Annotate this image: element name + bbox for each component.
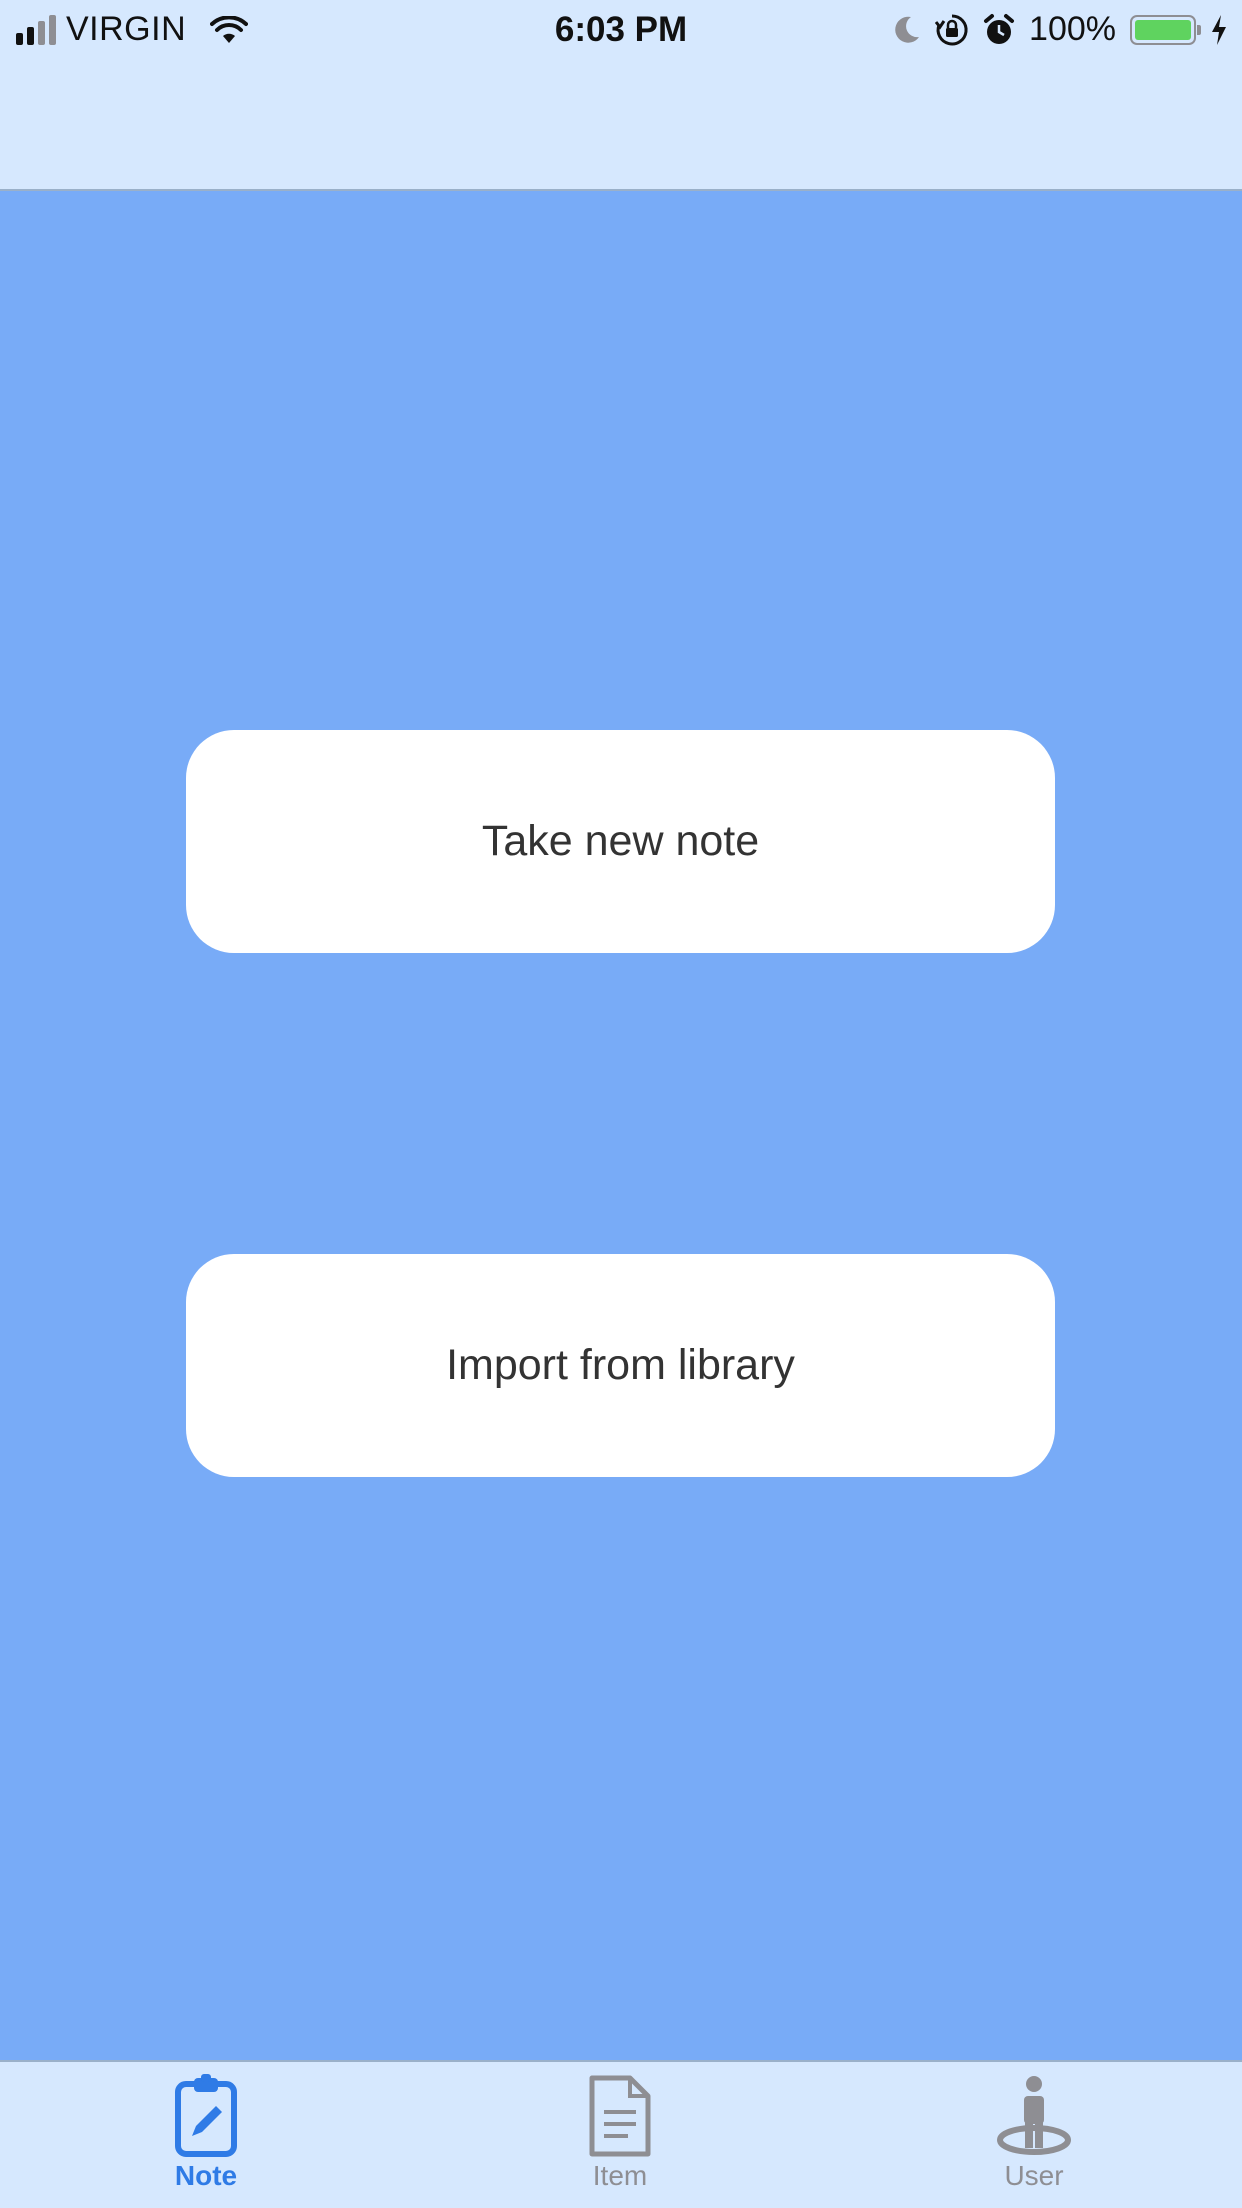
orientation-lock-icon — [935, 13, 968, 45]
clipboard-pencil-icon — [175, 2074, 237, 2157]
user-location-icon — [997, 2076, 1071, 2155]
import-from-library-label: Import from library — [446, 1341, 795, 1389]
battery-icon — [1130, 14, 1201, 45]
tab-user-label: User — [1004, 2160, 1064, 2191]
status-right: 100% — [893, 10, 1228, 49]
battery-percent: 100% — [1029, 10, 1116, 48]
status-bar: VIRGIN 6:03 PM 100% — [0, 0, 1242, 62]
moon-icon — [895, 16, 920, 43]
tab-user[interactable]: User — [934, 2062, 1134, 2208]
tab-bar: Note Item User — [0, 2060, 1242, 2208]
import-from-library-button[interactable]: Import from library — [186, 1254, 1055, 1477]
tab-note[interactable]: Note — [106, 2062, 306, 2208]
app-screen: VIRGIN 6:03 PM 100% Take new note Import… — [0, 0, 1242, 2208]
take-new-note-button[interactable]: Take new note — [186, 730, 1055, 953]
tab-item[interactable]: Item — [520, 2062, 720, 2208]
tab-note-label: Note — [174, 2160, 238, 2191]
take-new-note-label: Take new note — [481, 817, 760, 865]
tab-item-label: Item — [592, 2160, 648, 2191]
alarm-icon — [984, 13, 1015, 44]
navigation-header: VIRGIN 6:03 PM 100% — [0, 0, 1242, 191]
charging-icon — [1212, 14, 1226, 45]
document-icon — [589, 2075, 651, 2157]
